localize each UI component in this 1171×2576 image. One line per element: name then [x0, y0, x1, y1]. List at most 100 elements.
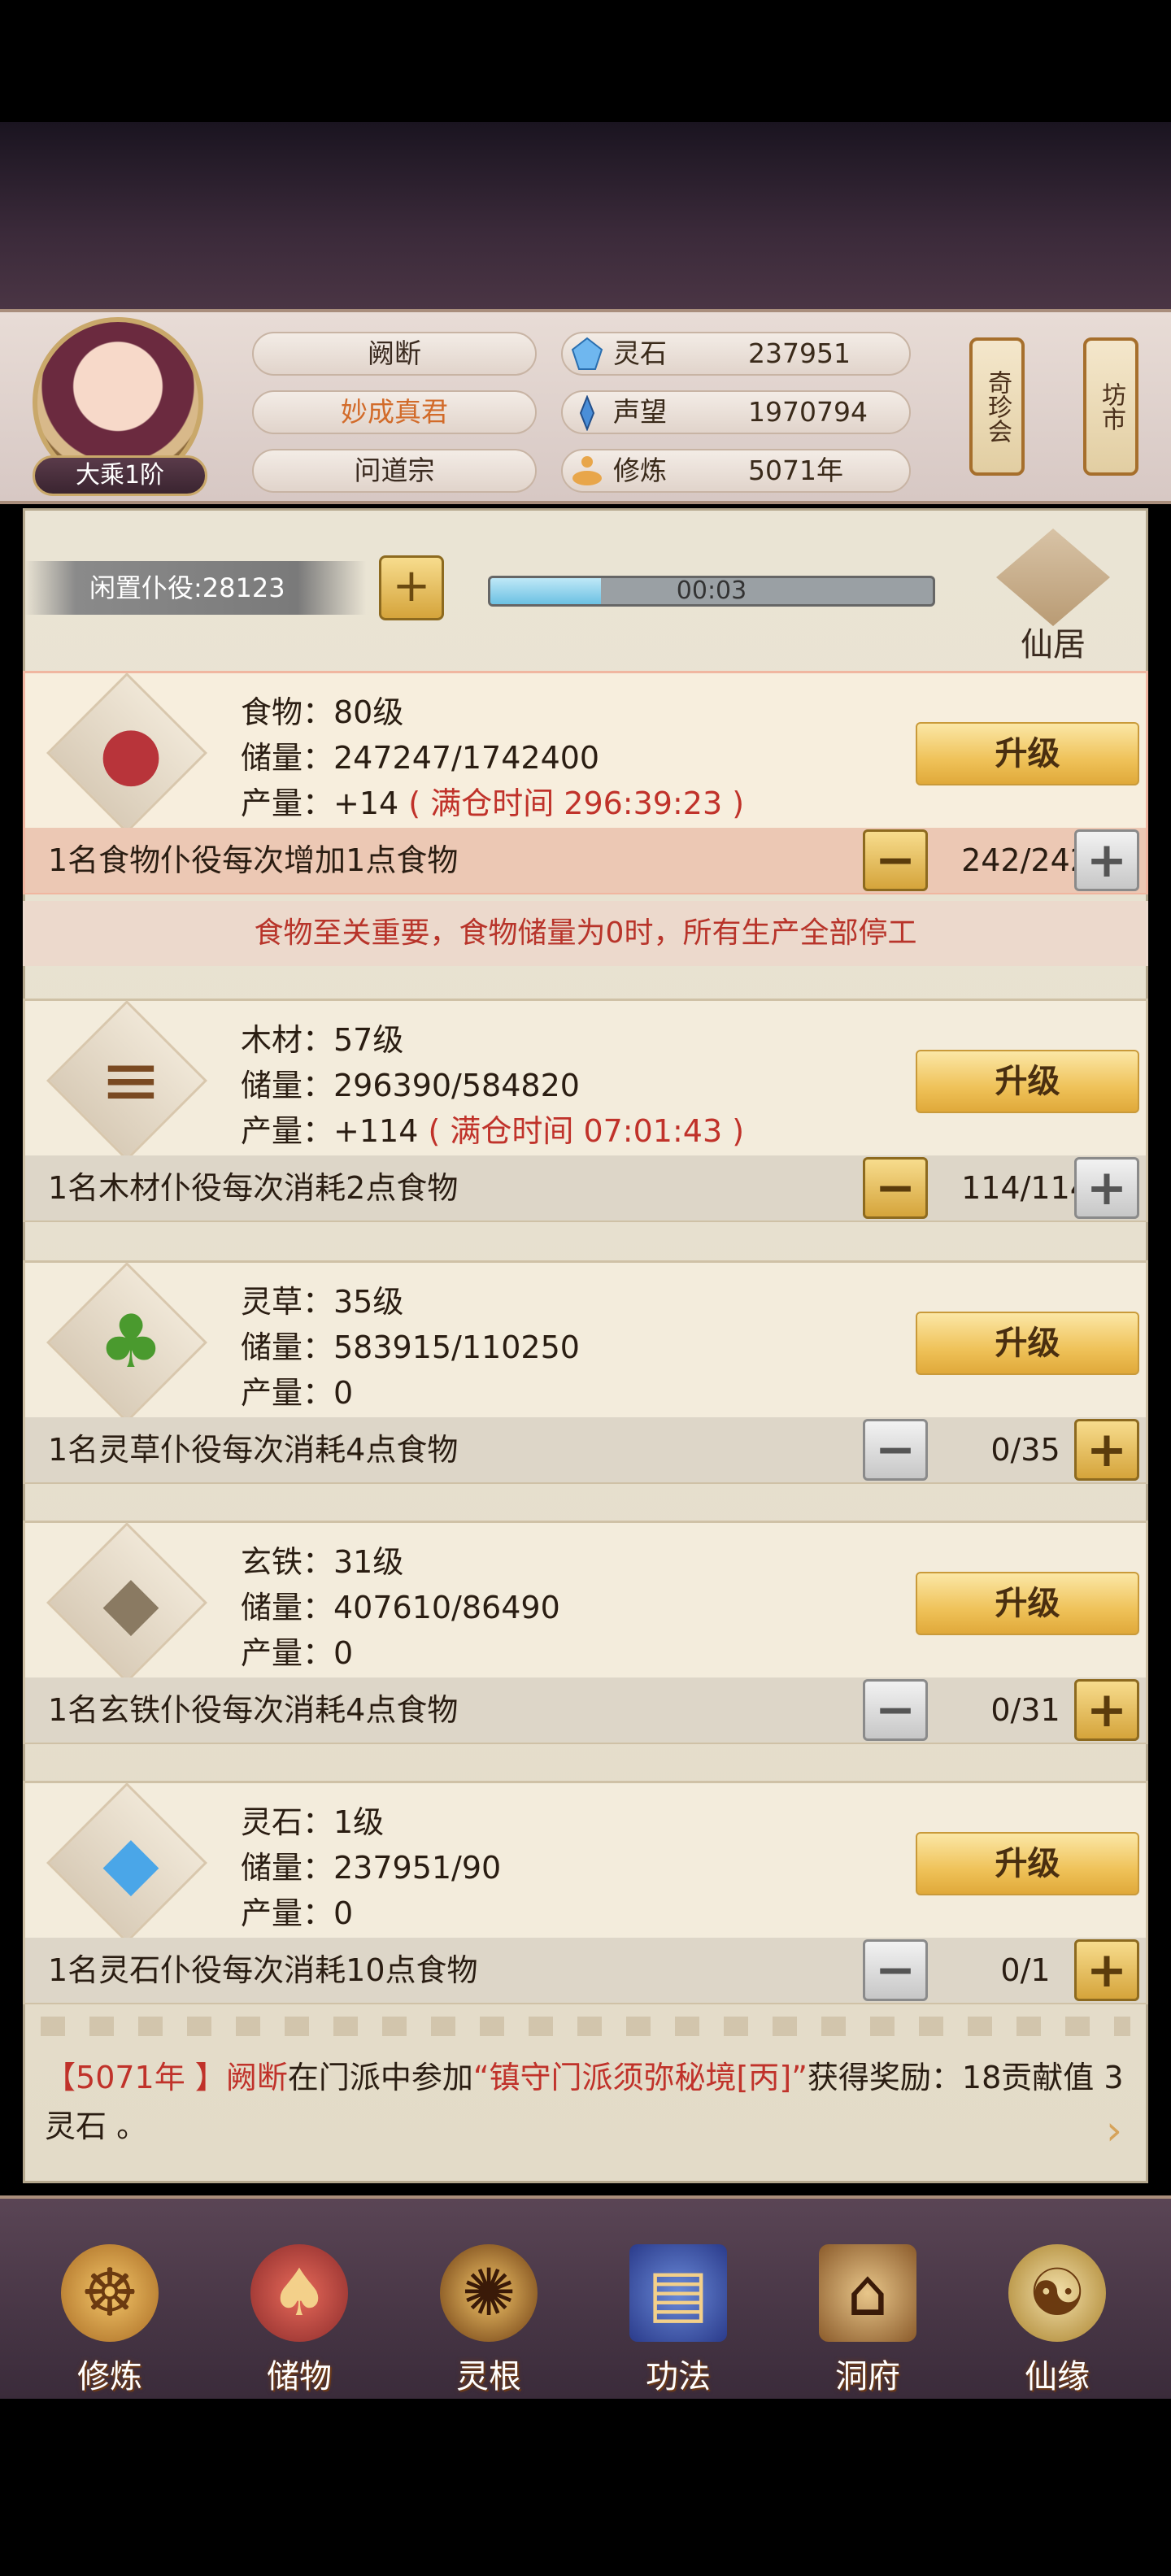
resource-label: 修炼 [613, 455, 667, 486]
nav-cultivate[interactable]: ☸ 修炼 [28, 2228, 191, 2415]
nav-immortal-fate[interactable]: ☯ 仙缘 [976, 2228, 1138, 2415]
log-bracket-close: 】 [185, 2060, 226, 2095]
meat-icon: ● [98, 710, 163, 795]
upgrade-herb-button[interactable]: 升级 [916, 1312, 1139, 1375]
scripture-book-icon: ▤ [629, 2244, 727, 2342]
wood-icon: ≡ [100, 1038, 162, 1123]
wood-servant-desc: 1名木材仆役每次消耗2点食物 [48, 1170, 459, 1206]
residence-label[interactable]: 仙居 [968, 618, 1138, 665]
resource-value: 237951 [748, 337, 851, 369]
upgrade-iron-button[interactable]: 升级 [916, 1572, 1139, 1635]
wood-info: 木材：57级 储量：296390/584820 产量：+114 ( 满仓时间 0… [241, 1017, 744, 1154]
food-servant-strip: 1名食物仆役每次增加1点食物 − 242/242 + [25, 828, 1146, 893]
increase-iron-servants-button[interactable]: + [1074, 1679, 1139, 1741]
meditating-figure-icon: ☸ [61, 2244, 159, 2342]
spirit-stone-icon [571, 337, 603, 370]
nav-label: 仙缘 [1025, 2358, 1090, 2395]
spirit-stone-storage: 储量：237951/90 [241, 1850, 502, 1886]
increase-spirit-stone-servants-button[interactable]: + [1074, 1939, 1139, 2001]
increase-wood-servants-button[interactable]: + [1074, 1157, 1139, 1219]
cave-mansion-icon: ⌂ [819, 2244, 916, 2342]
wood-storage: 储量：296390/584820 [241, 1068, 580, 1103]
spirit-stone-output: 产量：0 [241, 1891, 501, 1936]
nav-cave-mansion[interactable]: ⌂ 洞府 [786, 2228, 949, 2415]
timer-text: 00:03 [676, 577, 747, 605]
decrease-wood-servants-button[interactable]: − [863, 1157, 928, 1219]
resource-card-wood: ≡ 木材：57级 储量：296390/584820 产量：+114 ( 满仓时间… [23, 999, 1148, 1222]
increase-herb-servants-button[interactable]: + [1074, 1419, 1139, 1481]
increase-food-servants-button[interactable]: + [1074, 829, 1139, 891]
spirit-stone-level: 灵石：1级 [241, 1804, 385, 1840]
add-servants-button[interactable]: + [379, 555, 444, 620]
cultivation-counter: 修炼 5071年 [561, 449, 911, 493]
player-title[interactable]: 妙成真君 [252, 390, 537, 434]
herb-storage: 储量：583915/110250 [241, 1329, 580, 1365]
nav-spirit-root[interactable]: ✺ 灵根 [407, 2228, 570, 2415]
iron-info: 玄铁：31级 储量：407610/86490 产量：0 [241, 1539, 560, 1676]
resource-label: 声望 [613, 396, 667, 428]
iron-servant-desc: 1名玄铁仆役每次消耗4点食物 [48, 1692, 459, 1728]
resource-card-spirit-stone: ◆ 灵石：1级 储量：237951/90 产量：0 升级 1名灵石仆役每次消耗1… [23, 1781, 1148, 2004]
herb-info: 灵草：35级 储量：583915/110250 产量：0 [241, 1279, 580, 1416]
output-prefix: 产量：0 [241, 1895, 354, 1931]
log-bracket-open: 【 [45, 2060, 76, 2095]
full-time: ( 满仓时间 07:01:43 ) [428, 1113, 745, 1149]
food-level: 食物：80级 [241, 694, 404, 730]
resource-card-iron: ◆ 玄铁：31级 储量：407610/86490 产量：0 升级 1名玄铁仆役每… [23, 1521, 1148, 1744]
market-button[interactable]: 坊市 [1083, 337, 1138, 476]
spirit-stone-servant-desc: 1名灵石仆役每次消耗10点食物 [48, 1952, 478, 1988]
player-sect[interactable]: 问道宗 [252, 449, 537, 493]
prestige-icon [579, 395, 595, 431]
food-info: 食物：80级 储量：247247/1742400 产量：+14 ( 满仓时间 2… [241, 690, 744, 826]
log-event: “镇守门派须弥秘境[丙]” [472, 2060, 808, 2095]
herb-icon: ♣ [98, 1299, 164, 1385]
herb-level: 灵草：35级 [241, 1284, 404, 1320]
decrease-spirit-stone-servants-button[interactable]: − [863, 1939, 928, 2001]
nav-label: 功法 [646, 2358, 711, 2395]
iron-servant-strip: 1名玄铁仆役每次消耗4点食物 − 0/31 + [25, 1677, 1146, 1743]
production-timer-bar: 00:03 [488, 576, 935, 607]
cultivation-icon [572, 456, 602, 485]
food-warning: 食物至关重要，食物储量为0时，所有生产全部停工 [23, 901, 1148, 966]
upgrade-food-button[interactable]: 升级 [916, 722, 1139, 785]
wood-output: 产量：+114 ( 满仓时间 07:01:43 ) [241, 1108, 744, 1154]
log-text: 在门派中参加 [287, 2060, 473, 2095]
wood-servant-strip: 1名木材仆役每次消耗2点食物 − 114/114 + [25, 1155, 1146, 1221]
herb-servant-desc: 1名灵草仆役每次消耗4点食物 [48, 1432, 459, 1468]
food-storage: 储量：247247/1742400 [241, 740, 600, 776]
upgrade-wood-button[interactable]: 升级 [916, 1050, 1139, 1113]
output-prefix: 产量：+14 [241, 785, 399, 821]
nav-label: 洞府 [835, 2358, 900, 2395]
iron-storage: 储量：407610/86490 [241, 1590, 560, 1625]
next-arrow-icon[interactable]: › [1090, 2106, 1138, 2155]
output-prefix: 产量：0 [241, 1635, 354, 1671]
decrease-herb-servants-button[interactable]: − [863, 1419, 928, 1481]
resource-value: 1970794 [748, 396, 868, 428]
player-name: 阙断 [252, 332, 537, 376]
log-year: 5071年 [76, 2060, 185, 2095]
resource-label: 灵石 [613, 337, 667, 369]
resource-value: 5071年 [748, 455, 843, 486]
spirit-stone-info: 灵石：1级 储量：237951/90 产量：0 [241, 1799, 501, 1936]
event-log[interactable]: 【5071年 】阙断在门派中参加“镇守门派须弥秘境[丙]”获得奖励：18贡献值 … [45, 2053, 1126, 2151]
decrease-iron-servants-button[interactable]: − [863, 1679, 928, 1741]
decrease-food-servants-button[interactable]: − [863, 829, 928, 891]
nav-techniques[interactable]: ▤ 功法 [597, 2228, 760, 2415]
treasure-fair-button[interactable]: 奇珍会 [969, 337, 1025, 476]
idle-servants-label: 闲置仆役:28123 [24, 561, 366, 615]
top-decor-band [0, 122, 1171, 309]
crystal-icon: ◆ [102, 1820, 159, 1905]
immortal-fate-icon: ☯ [1008, 2244, 1106, 2342]
spirit-root-icon: ✺ [440, 2244, 538, 2342]
iron-output: 产量：0 [241, 1630, 560, 1676]
full-time: ( 满仓时间 296:39:23 ) [408, 785, 745, 821]
storage-bag-icon: ♠ [250, 2244, 348, 2342]
wood-level: 木材：57级 [241, 1022, 404, 1058]
player-rank-badge: 大乘1阶 [33, 455, 207, 496]
decorative-divider [41, 2017, 1130, 2036]
nav-label: 灵根 [456, 2358, 521, 2395]
log-actor: 阙断 [225, 2060, 288, 2095]
upgrade-spirit-stone-button[interactable]: 升级 [916, 1832, 1139, 1895]
nav-storage[interactable]: ♠ 储物 [218, 2228, 381, 2415]
bottom-decor-band [0, 2399, 1171, 2576]
